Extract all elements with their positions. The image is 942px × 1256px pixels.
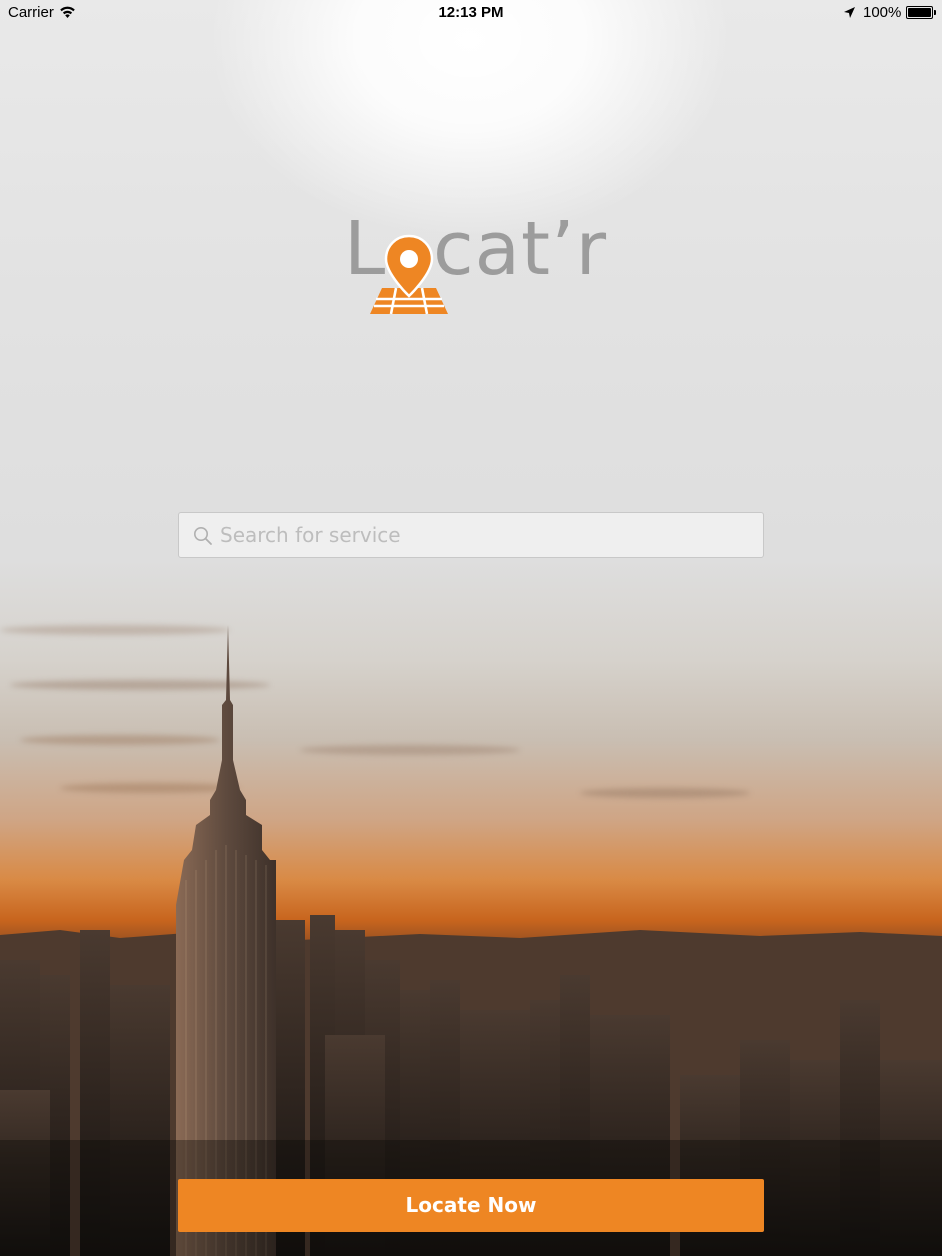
city-skyline (0, 625, 942, 1256)
battery-icon (906, 6, 933, 19)
search-input[interactable] (220, 513, 750, 557)
battery-percentage: 100% (863, 4, 902, 21)
clock: 12:13 PM (438, 4, 504, 21)
app-logo: L cat’r (340, 210, 610, 320)
location-arrow-icon (844, 7, 855, 18)
status-bar: Carrier 12:13 PM 100% (0, 0, 942, 26)
battery-tip (934, 10, 936, 15)
search-bar[interactable] (178, 512, 764, 558)
logo-wordmark: cat’r (433, 206, 607, 292)
map-pin-icon (370, 234, 448, 315)
locate-now-button[interactable]: Locate Now (178, 1179, 764, 1232)
search-icon (194, 527, 212, 545)
